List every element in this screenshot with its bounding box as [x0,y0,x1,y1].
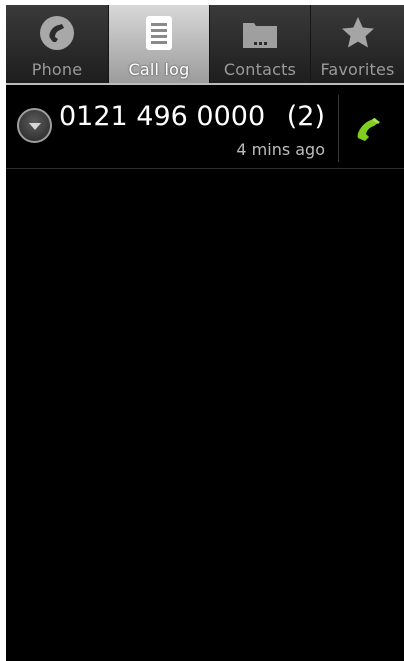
tab-call-log-label: Call log [128,60,190,79]
tab-contacts-label: Contacts [223,60,297,79]
call-number: 0121 496 0000 [59,101,266,132]
contacts-icon [240,13,280,53]
tab-phone[interactable]: Phone [6,5,108,83]
tab-phone-label: Phone [31,60,83,79]
call-count: (2) [286,101,325,132]
phone-screen: Phone Call log Contacts Favorites 0121 4… [6,5,404,661]
call-log-entry[interactable]: 0121 496 0000 (2) 4 mins ago [6,89,404,169]
tab-call-log[interactable]: Call log [108,5,209,83]
list-divider [6,168,404,169]
chevron-down-icon [28,122,41,130]
tab-favorites[interactable]: Favorites [310,5,404,83]
phone-icon [37,13,77,53]
tab-favorites-label: Favorites [320,60,395,79]
phone-icon [357,118,380,141]
call-time: 4 mins ago [236,140,325,159]
row-divider [338,95,339,162]
expand-button[interactable] [17,108,52,143]
call-log-icon [139,13,179,53]
star-icon [338,13,378,53]
tab-bar-divider [6,83,404,85]
tab-contacts[interactable]: Contacts [209,5,310,83]
call-button[interactable] [346,109,392,149]
tab-bar: Phone Call log Contacts Favorites [6,5,404,83]
